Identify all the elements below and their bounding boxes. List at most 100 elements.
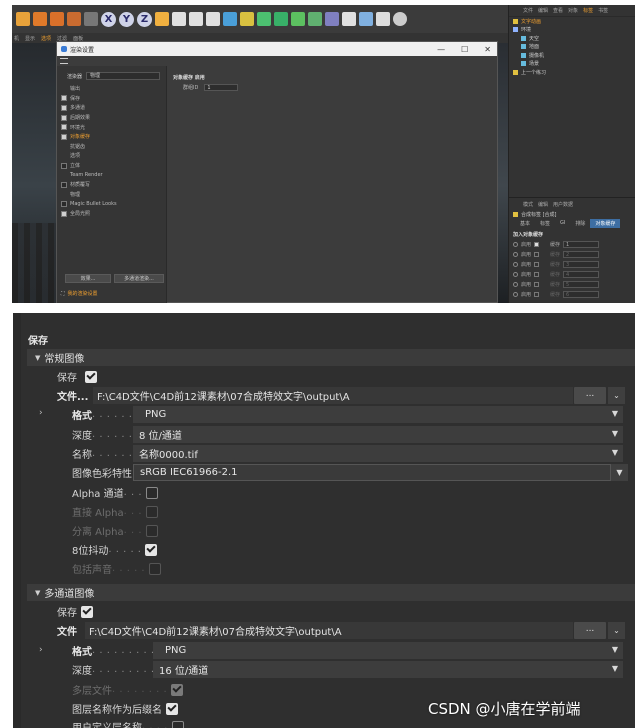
attributes-menu-item[interactable]: 编辑 bbox=[538, 201, 548, 208]
render-picture-viewer-icon[interactable] bbox=[189, 12, 203, 26]
tree-item[interactable]: 环境光 bbox=[57, 122, 166, 132]
tree-item[interactable]: 对象缓存 bbox=[57, 132, 166, 142]
tree-item-checkbox[interactable] bbox=[61, 200, 67, 207]
multipass-file-dropdown-button[interactable]: ⌄ bbox=[608, 622, 625, 639]
attributes-tab[interactable]: 排除 bbox=[570, 219, 590, 228]
enable-checkbox[interactable] bbox=[534, 261, 540, 267]
coordinate-system-icon[interactable] bbox=[155, 12, 169, 26]
animate-dot-icon[interactable] bbox=[513, 241, 518, 247]
scene-icon[interactable] bbox=[308, 12, 322, 26]
tree-item[interactable]: 多通道 bbox=[57, 103, 166, 113]
object-row[interactable]: 天空 bbox=[509, 34, 635, 43]
tree-item-checkbox[interactable] bbox=[61, 181, 67, 188]
tree-item-checkbox[interactable] bbox=[61, 133, 67, 140]
object-menu-item[interactable]: 查看 bbox=[553, 7, 563, 14]
regular-file-path-field[interactable]: F:\C4D文件\C4D前12课素材\07合成特效文字\output\A bbox=[93, 387, 573, 404]
multipass-user-names-checkbox[interactable] bbox=[171, 720, 184, 728]
move-tool-icon[interactable] bbox=[16, 12, 30, 26]
render-settings-icon[interactable] bbox=[206, 12, 220, 26]
object-row[interactable]: 上一个练习 bbox=[509, 68, 635, 77]
lock-icon[interactable] bbox=[84, 12, 98, 26]
bulb-icon[interactable] bbox=[393, 12, 407, 26]
object-menu-item[interactable]: 对象 bbox=[568, 7, 578, 14]
buffer-id-field[interactable]: 6 bbox=[563, 290, 600, 298]
regular-alpha-checkbox[interactable] bbox=[146, 486, 159, 499]
animate-dot-icon[interactable] bbox=[513, 291, 518, 297]
object-menu-item[interactable]: 编辑 bbox=[538, 7, 548, 14]
attributes-tab[interactable]: 标签 bbox=[535, 219, 555, 228]
multipass-format-select[interactable]: PNG ▼ bbox=[153, 642, 623, 659]
attributes-tab[interactable]: GI bbox=[555, 219, 570, 228]
recent-tool-icon[interactable] bbox=[67, 12, 81, 26]
regular-depth-select[interactable]: 8 位/通道 ▼ bbox=[133, 426, 623, 443]
cloner-icon[interactable] bbox=[274, 12, 288, 26]
multipass-file-browse-button[interactable]: ... bbox=[574, 622, 606, 639]
tree-item[interactable]: 选项 bbox=[57, 151, 166, 161]
floor-icon[interactable] bbox=[359, 12, 373, 26]
close-icon[interactable]: ✕ bbox=[484, 45, 491, 54]
buffer-id-field[interactable]: 1 bbox=[563, 240, 600, 248]
subdivision-icon[interactable] bbox=[257, 12, 271, 26]
enable-checkbox[interactable] bbox=[534, 291, 540, 297]
renderer-select[interactable]: 物理 bbox=[86, 72, 161, 80]
regular-save-checkbox[interactable] bbox=[85, 370, 97, 383]
regular-include-sound-checkbox[interactable] bbox=[149, 562, 162, 575]
tree-item[interactable]: 抗锯齿 bbox=[57, 142, 166, 152]
enable-checkbox[interactable] bbox=[534, 241, 540, 247]
animate-dot-icon[interactable] bbox=[513, 271, 518, 277]
regular-image-group-header[interactable]: ▼ 常规图像 bbox=[27, 349, 635, 366]
group-id-field[interactable]: 1 bbox=[204, 84, 239, 91]
tree-item-checkbox[interactable] bbox=[61, 104, 67, 111]
cube-icon[interactable] bbox=[223, 12, 237, 26]
rotate-tool-icon[interactable] bbox=[50, 12, 64, 26]
y-axis-icon[interactable]: Y bbox=[119, 11, 134, 27]
object-row[interactable]: 文字动画 bbox=[509, 17, 635, 26]
viewport-menu-display[interactable]: 显示 bbox=[25, 35, 35, 42]
tree-item-checkbox[interactable] bbox=[61, 95, 67, 102]
tree-item[interactable]: 输出 bbox=[57, 84, 166, 94]
enable-checkbox[interactable] bbox=[534, 271, 540, 277]
attributes-menu-item[interactable]: 用户数据 bbox=[553, 201, 573, 208]
minimize-icon[interactable]: — bbox=[437, 45, 445, 54]
object-row[interactable]: 地面 bbox=[509, 43, 635, 52]
enable-checkbox[interactable] bbox=[534, 251, 540, 257]
tree-item-checkbox[interactable] bbox=[61, 210, 67, 217]
maximize-icon[interactable]: ☐ bbox=[461, 45, 468, 54]
my-render-settings[interactable]: ⛶ 我的渲染设置 bbox=[57, 289, 98, 299]
hamburger-icon[interactable] bbox=[60, 58, 68, 64]
pen-icon[interactable] bbox=[240, 12, 254, 26]
animate-dot-icon[interactable] bbox=[513, 261, 518, 267]
object-row[interactable]: 场景 bbox=[509, 60, 635, 69]
object-menu-item[interactable]: 文件 bbox=[523, 7, 533, 14]
scale-tool-icon[interactable] bbox=[33, 12, 47, 26]
multipass-depth-select[interactable]: 16 位/通道 ▼ bbox=[153, 661, 623, 678]
animate-dot-icon[interactable] bbox=[513, 281, 518, 287]
tree-item[interactable]: Magic Bullet Looks bbox=[57, 199, 166, 209]
attributes-tab[interactable]: 基本 bbox=[515, 219, 535, 228]
viewport-menu-camera[interactable]: 机 bbox=[14, 35, 19, 42]
buffer-id-field[interactable]: 3 bbox=[563, 260, 600, 268]
buffer-id-field[interactable]: 2 bbox=[563, 250, 600, 258]
render-view-icon[interactable] bbox=[172, 12, 186, 26]
light-icon[interactable] bbox=[342, 12, 356, 26]
regular-file-browse-button[interactable]: ... bbox=[574, 387, 606, 404]
regular-name-select[interactable]: 名称0000.tif ▼ bbox=[133, 445, 623, 462]
animate-dot-icon[interactable] bbox=[513, 251, 518, 257]
attributes-menu-item[interactable]: 模式 bbox=[523, 201, 533, 208]
multipass-image-group-header[interactable]: ▼ 多通道图像 bbox=[27, 584, 635, 601]
z-axis-icon[interactable]: Z bbox=[137, 11, 152, 27]
sky-icon[interactable] bbox=[376, 12, 390, 26]
camera-icon[interactable] bbox=[325, 12, 339, 26]
regular-color-profile-select[interactable]: sRGB IEC61966-2.1 bbox=[133, 464, 611, 481]
regular-separate-alpha-checkbox[interactable] bbox=[146, 524, 159, 537]
tree-item-checkbox[interactable] bbox=[61, 124, 67, 131]
tree-item[interactable]: 全局光照 bbox=[57, 209, 166, 219]
tree-item-checkbox[interactable] bbox=[61, 162, 67, 169]
regular-file-dropdown-button[interactable]: ⌄ bbox=[608, 387, 625, 404]
enable-checkbox[interactable] bbox=[534, 281, 540, 287]
multipass-file-path-field[interactable]: F:\C4D文件\C4D前12课素材\07合成特效文字\output\A bbox=[85, 622, 573, 639]
object-row[interactable]: 环境 bbox=[509, 26, 635, 35]
deformer-icon[interactable] bbox=[291, 12, 305, 26]
tree-item[interactable]: 物理 bbox=[57, 190, 166, 200]
tree-item[interactable]: 材质覆写 bbox=[57, 180, 166, 190]
